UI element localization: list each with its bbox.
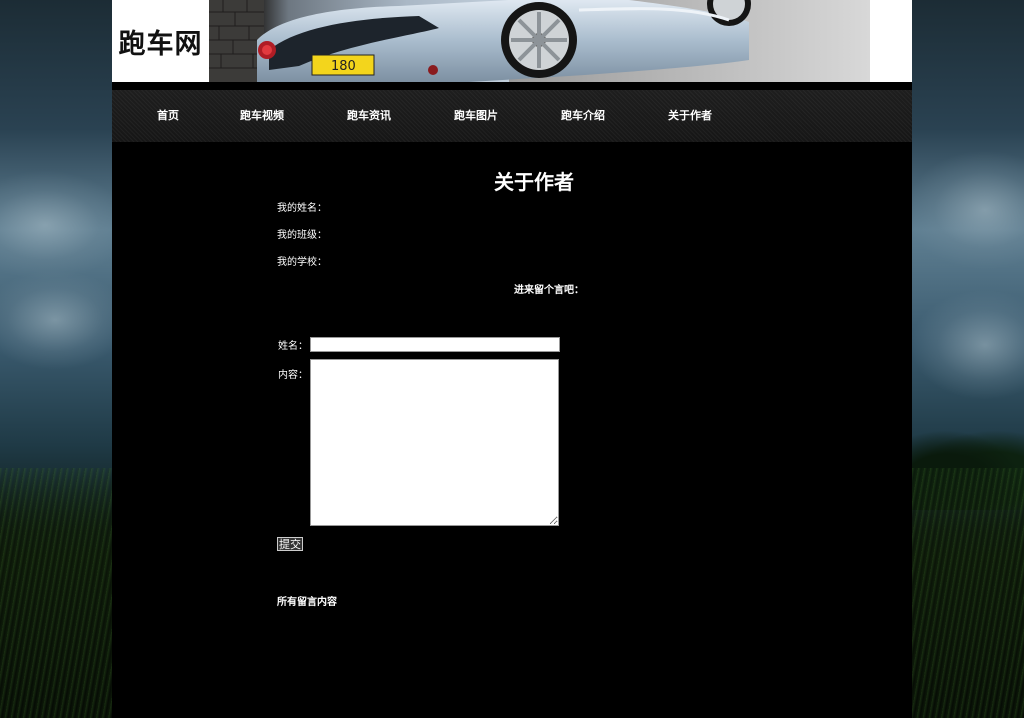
author-name-label: 我的姓名： bbox=[277, 203, 327, 214]
nav-item-about-author[interactable]: 关于作者 bbox=[668, 90, 712, 142]
background-cloud bbox=[0, 270, 130, 370]
nav-item-pictures[interactable]: 跑车图片 bbox=[454, 90, 498, 142]
name-input[interactable] bbox=[310, 337, 560, 352]
page-title: 关于作者 bbox=[494, 170, 574, 194]
main-nav: 首页 跑车视频 跑车资讯 跑车图片 跑车介绍 关于作者 bbox=[112, 90, 912, 142]
site-logo[interactable]: 跑车网 bbox=[112, 0, 209, 82]
background-cloud bbox=[910, 290, 1024, 400]
nav-item-introduction[interactable]: 跑车介绍 bbox=[561, 90, 605, 142]
header: 跑车网 180 bbox=[112, 0, 912, 82]
background-cloud bbox=[905, 150, 1024, 270]
submit-button[interactable]: 提交 bbox=[277, 537, 303, 551]
nav-item-videos[interactable]: 跑车视频 bbox=[240, 90, 284, 142]
background-grass bbox=[912, 468, 1024, 718]
name-field-label: 姓名： bbox=[278, 341, 308, 352]
content-field-label: 内容： bbox=[278, 370, 308, 381]
nav-item-home[interactable]: 首页 bbox=[157, 90, 179, 142]
all-messages-heading: 所有留言内容 bbox=[277, 597, 337, 608]
nav-item-news[interactable]: 跑车资讯 bbox=[347, 90, 391, 142]
content-textarea[interactable] bbox=[310, 359, 559, 526]
author-class-label: 我的班级： bbox=[277, 230, 327, 241]
page-wrapper: 跑车网 180 首页 跑车视频 跑车资讯 跑车图片 跑车介绍 关于作者 关于作者… bbox=[112, 0, 912, 718]
license-plate-text: 180 bbox=[331, 59, 356, 74]
background-grass bbox=[0, 468, 112, 718]
site-logo-text: 跑车网 bbox=[118, 28, 203, 60]
banner-image: 180 bbox=[209, 0, 870, 82]
main-content: 关于作者 我的姓名： 我的班级： 我的学校： 进来留个言吧： 姓名： 内容： 提… bbox=[112, 142, 912, 718]
background-cloud bbox=[0, 170, 130, 280]
message-prompt: 进来留个言吧： bbox=[514, 285, 584, 296]
author-school-label: 我的学校： bbox=[277, 257, 327, 268]
sports-car-illustration: 180 bbox=[209, 0, 870, 82]
